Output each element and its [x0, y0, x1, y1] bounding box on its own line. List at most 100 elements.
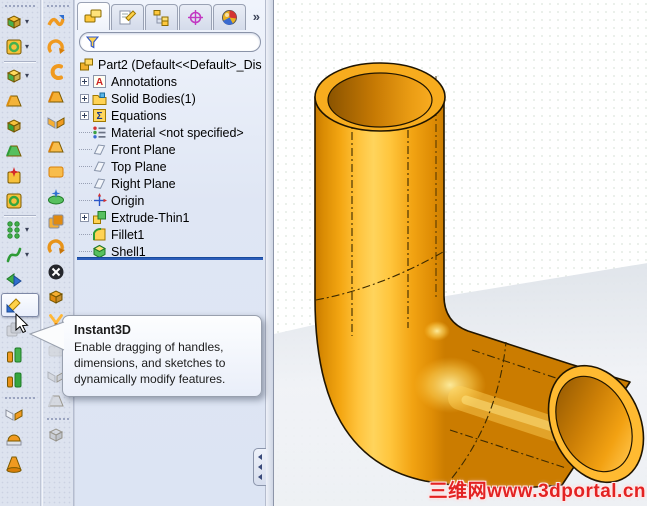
- collapse-arrow-icon: [258, 474, 262, 480]
- hem-icon: [46, 37, 66, 57]
- right-tree-icon: [92, 176, 107, 191]
- mouse-cursor: [15, 313, 29, 334]
- forming-tool-button[interactable]: [43, 10, 72, 34]
- tree-item[interactable]: Right Plane: [79, 175, 264, 192]
- instant3d-icon: [4, 295, 24, 315]
- tree-item[interactable]: Solid Bodies(1): [79, 90, 264, 107]
- move-face-icon: [4, 345, 24, 365]
- tree-item[interactable]: Front Plane: [79, 141, 264, 158]
- jog-button[interactable]: [43, 160, 72, 184]
- expand-plus-icon[interactable]: [80, 111, 89, 120]
- dome-button[interactable]: [1, 427, 39, 451]
- chamfer-button[interactable]: [1, 89, 39, 113]
- jog-icon: [46, 162, 66, 182]
- extruded-boss-button[interactable]: ▾: [1, 10, 39, 34]
- configurationmanager-tab[interactable]: [145, 4, 178, 30]
- no-bends-button[interactable]: [43, 260, 72, 284]
- tree-item-label: Origin: [111, 193, 145, 208]
- funnel-icon: [86, 35, 99, 48]
- shell-feature-icon: [4, 116, 24, 136]
- instant3d-tooltip: Instant3D Enable dragging of handles, di…: [62, 315, 262, 397]
- expand-plus-icon[interactable]: [80, 77, 89, 86]
- swept-flange-button[interactable]: [43, 235, 72, 259]
- dropdown-arrow-icon[interactable]: ▾: [25, 43, 29, 51]
- collapse-panel-button[interactable]: [253, 448, 266, 486]
- extrudethin1-tree-icon: [92, 210, 107, 225]
- part-tree-icon: [79, 57, 94, 72]
- panel-splitter[interactable]: [265, 0, 274, 506]
- tooltip-pointer: [28, 321, 65, 351]
- dropdown-arrow-icon[interactable]: ▾: [25, 18, 29, 26]
- tree-connector: [79, 234, 92, 235]
- tree-connector: [79, 132, 92, 133]
- fold-button[interactable]: [43, 285, 72, 309]
- dropdown-arrow-icon[interactable]: ▾: [25, 72, 29, 80]
- expand-plus-icon[interactable]: [80, 213, 89, 222]
- filter-box: [79, 32, 261, 52]
- tree-item[interactable]: Fillet1: [79, 226, 264, 243]
- toolbar-grip[interactable]: [46, 415, 69, 422]
- curves-button[interactable]: ▾: [1, 243, 39, 267]
- combine-button[interactable]: [1, 368, 39, 392]
- extruded-boss-icon: [4, 12, 24, 32]
- mirror-button[interactable]: [1, 402, 39, 426]
- dome-icon: [4, 429, 24, 449]
- front-tree-icon: [92, 142, 107, 157]
- featuremanager-tab-icon: [84, 8, 103, 25]
- propertymanager-tab[interactable]: [111, 4, 144, 30]
- draft-icon: [4, 141, 24, 161]
- tree-item[interactable]: Top Plane: [79, 158, 264, 175]
- filter-input[interactable]: [99, 35, 254, 49]
- sketched-bend-button[interactable]: [43, 135, 72, 159]
- pipe-model[interactable]: [274, 0, 647, 506]
- deform-button[interactable]: [1, 268, 39, 292]
- configurationmanager-tab-icon: [152, 9, 171, 26]
- linear-pattern-icon: [4, 220, 24, 240]
- no-bends-icon: [46, 262, 66, 282]
- expand-plus-icon[interactable]: [80, 94, 89, 103]
- toolbar-grip[interactable]: [4, 394, 36, 401]
- dimxpertmanager-tab[interactable]: [179, 4, 212, 30]
- revolved-boss-button[interactable]: ▾: [1, 35, 39, 59]
- equations-tree-icon: Σ: [92, 108, 107, 123]
- lofted-bend-button[interactable]: [43, 185, 72, 209]
- collapse-arrow-icon: [258, 454, 262, 460]
- tree-item[interactable]: Origin: [79, 192, 264, 209]
- flex-button[interactable]: [1, 452, 39, 476]
- flex-icon: [4, 454, 24, 474]
- featuremanager-tab[interactable]: [77, 2, 110, 30]
- tree-item[interactable]: Extrude-Thin1: [79, 209, 264, 226]
- tab-overflow-chevron[interactable]: »: [253, 9, 263, 24]
- hem-button[interactable]: [43, 35, 72, 59]
- dropdown-arrow-icon[interactable]: ▾: [25, 226, 29, 234]
- toolbar-grip[interactable]: [4, 2, 36, 9]
- fillet-button[interactable]: ▾: [1, 64, 39, 88]
- graphics-viewport: 三维网www.3dportal.cn: [274, 0, 647, 506]
- hole-wizard-button[interactable]: [1, 164, 39, 188]
- miter-flange-button[interactable]: [43, 110, 72, 134]
- annotations-tree-icon: A: [92, 74, 107, 89]
- linear-pattern-button[interactable]: ▾: [1, 218, 39, 242]
- tree-item[interactable]: Σ Equations: [79, 107, 264, 124]
- simple-hole-button[interactable]: [1, 189, 39, 213]
- toolbar-grip[interactable]: [46, 2, 69, 9]
- lofted-bend-icon: [46, 187, 66, 207]
- sketched-bend-icon: [46, 137, 66, 157]
- rollback-bar[interactable]: [77, 257, 263, 260]
- fillet1-tree-icon: [92, 227, 107, 242]
- feature-tree: Part2 (Default<<Default>_Dis A Annotations…: [79, 56, 264, 506]
- displaymanager-tab[interactable]: [213, 4, 246, 30]
- base-flange-button[interactable]: [43, 60, 72, 84]
- draft-button[interactable]: [1, 139, 39, 163]
- tree-item[interactable]: A Annotations: [79, 73, 264, 90]
- closed-corner-button[interactable]: [43, 210, 72, 234]
- edge-flange-button[interactable]: [43, 85, 72, 109]
- tree-connector: [79, 149, 92, 150]
- dropdown-arrow-icon[interactable]: ▾: [25, 251, 29, 259]
- shell-feature-button[interactable]: [1, 114, 39, 138]
- features-toolbar: ▾ ▾ ▾ ▾ ▾: [0, 0, 41, 506]
- tree-item-label: Front Plane: [111, 142, 176, 157]
- tree-root-item[interactable]: Part2 (Default<<Default>_Dis: [79, 56, 264, 73]
- fold-disabled-button[interactable]: [43, 423, 72, 447]
- tree-item[interactable]: Material <not specified>: [79, 124, 264, 141]
